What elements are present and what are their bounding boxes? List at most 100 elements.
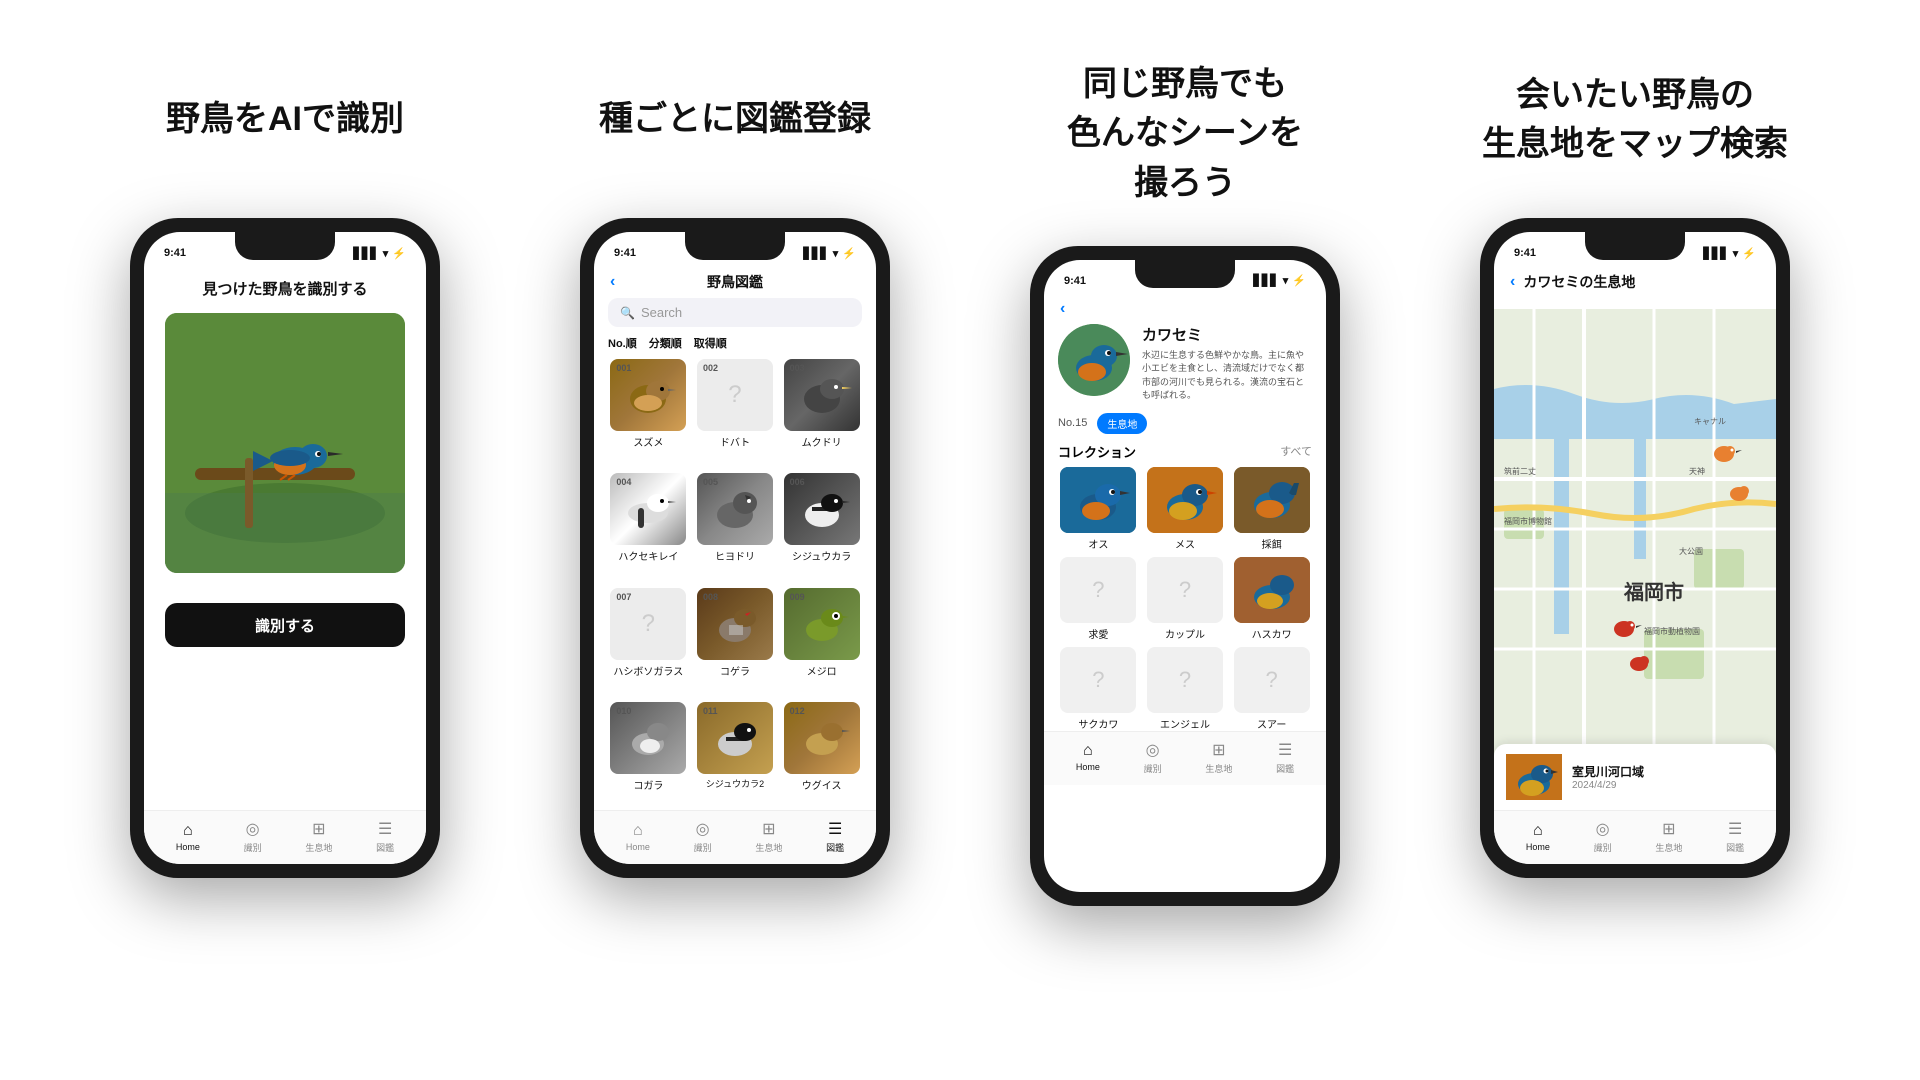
bird-number: 007 bbox=[616, 592, 631, 602]
nav-field-guide-4[interactable]: ☰ 図鑑 bbox=[1726, 819, 1744, 854]
collection-thumb-suah[interactable]: ? bbox=[1234, 647, 1310, 713]
map-container[interactable]: 福岡市 筑前二丈 キャナル 天神 福岡市博物館 大公園 福岡市動植物園 bbox=[1494, 298, 1776, 810]
collection-thumb-couple[interactable]: ? bbox=[1147, 557, 1223, 623]
habitat-icon-3: ⊞ bbox=[1212, 740, 1225, 760]
nav-field-guide-3[interactable]: ☰ 図鑑 bbox=[1276, 740, 1294, 775]
identify-icon-4: ◎ bbox=[1596, 819, 1610, 839]
bird-thumb-sparrow2: 012 bbox=[784, 702, 860, 774]
collection-label-hasukawa: ハスカワ bbox=[1252, 626, 1292, 641]
phone-4-notch bbox=[1585, 232, 1685, 260]
nav-home-4[interactable]: ⌂ Home bbox=[1526, 822, 1550, 852]
nav-field-guide-label-2: 図鑑 bbox=[826, 841, 844, 854]
habitat-icon-4: ⊞ bbox=[1662, 819, 1675, 839]
nav-habitat-2[interactable]: ⊞ 生息地 bbox=[755, 819, 782, 854]
column-2: 種ごとに図鑑登録 9:41 ▋▋▋ ▾ ⚡ ‹ 野鳥図鑑 🔍 bbox=[525, 60, 945, 878]
collection-thumb-angel[interactable]: ? bbox=[1147, 647, 1223, 713]
nav-habitat-label-3: 生息地 bbox=[1205, 762, 1232, 775]
bird-description: 水辺に生息する色鮮やかな鳥。主に魚や小エビを主食とし、清流域だけでなく都市部の河… bbox=[1142, 349, 1312, 403]
bird-number: 006 bbox=[790, 477, 805, 487]
list-item: 003 ムクドリ bbox=[781, 359, 862, 467]
phone-2-time: 9:41 bbox=[614, 247, 636, 259]
collection-all[interactable]: すべて bbox=[1280, 443, 1312, 459]
nav-home-label: Home bbox=[176, 842, 200, 852]
bird-name-pigeon: ドバト bbox=[720, 434, 750, 449]
phone-4-status-icons: ▋▋▋ ▾ ⚡ bbox=[1703, 247, 1756, 260]
bird-name-tit2: コガラ bbox=[633, 777, 663, 792]
phone-2-header-title: 野鳥図鑑 bbox=[707, 272, 763, 292]
bird-avatar bbox=[1058, 324, 1130, 396]
back-button-2[interactable]: ‹ bbox=[610, 273, 615, 291]
collection-label-courtship: 求愛 bbox=[1088, 626, 1108, 641]
collection-thumb-female[interactable] bbox=[1147, 467, 1223, 533]
collection-thumb-male[interactable] bbox=[1060, 467, 1136, 533]
collection-thumb-sakukawa[interactable]: ? bbox=[1060, 647, 1136, 713]
nav-identify-label-2: 識別 bbox=[694, 841, 712, 854]
home-icon-4: ⌂ bbox=[1533, 822, 1543, 840]
nav-home-2[interactable]: ⌂ Home bbox=[626, 822, 650, 852]
nav-habitat-label-4: 生息地 bbox=[1655, 841, 1682, 854]
map-svg: 福岡市 筑前二丈 キャナル 天神 福岡市博物館 大公園 福岡市動植物園 bbox=[1494, 298, 1776, 810]
nav-identify-4[interactable]: ◎ 識別 bbox=[1594, 819, 1612, 854]
phone-1-inner: 9:41 ▋▋▋ ▾ ⚡ 見つけた野鳥を識別する bbox=[144, 232, 426, 864]
collection-thumb-courtship[interactable]: ? bbox=[1060, 557, 1136, 623]
nav-identify-3[interactable]: ◎ 識別 bbox=[1144, 740, 1162, 775]
back-button-4[interactable]: ‹ bbox=[1510, 273, 1515, 291]
nav-home-label-2: Home bbox=[626, 842, 650, 852]
list-item: メス bbox=[1145, 467, 1226, 551]
nav-field-guide-2[interactable]: ☰ 図鑑 bbox=[826, 819, 844, 854]
phone-3-bottom-nav: ⌂ Home ◎ 識別 ⊞ 生息地 ☰ 図鑑 bbox=[1044, 731, 1326, 785]
back-button-3[interactable]: ‹ bbox=[1060, 300, 1065, 318]
tab-number-order[interactable]: No.順 bbox=[608, 335, 637, 351]
search-bar[interactable]: 🔍 Search bbox=[608, 298, 862, 327]
phone-2-status-icons: ▋▋▋ ▾ ⚡ bbox=[803, 247, 856, 260]
collection-thumb-hasukawa[interactable] bbox=[1234, 557, 1310, 623]
bird-name-starling: ムクドリ bbox=[802, 434, 842, 449]
bird-thumb-unknown-1: 002 ? bbox=[697, 359, 773, 431]
collection-label-angel: エンジェル bbox=[1160, 716, 1210, 731]
bird-number: 010 bbox=[616, 706, 631, 716]
nav-home-label-4: Home bbox=[1526, 842, 1550, 852]
search-icon: 🔍 bbox=[620, 306, 635, 320]
collection-thumb-fishing[interactable] bbox=[1234, 467, 1310, 533]
tab-acquired-order[interactable]: 取得順 bbox=[694, 335, 727, 351]
list-item: 採餌 bbox=[1231, 467, 1312, 551]
column-4-title: 会いたい野鳥の 生息地をマップ検索 bbox=[1482, 60, 1788, 180]
nav-identify-1[interactable]: ◎ 識別 bbox=[244, 819, 262, 854]
map-info-card[interactable]: 室見川河口域 2024/4/29 bbox=[1494, 744, 1776, 810]
bird-name-bulbul: ヒヨドリ bbox=[715, 548, 755, 563]
identify-button[interactable]: 識別する bbox=[165, 603, 405, 647]
habitat-badge[interactable]: 生息地 bbox=[1097, 413, 1147, 434]
list-item: 009 メジロ bbox=[781, 588, 862, 696]
list-item: ハスカワ bbox=[1231, 557, 1312, 641]
nav-habitat-4[interactable]: ⊞ 生息地 bbox=[1655, 819, 1682, 854]
collection-label-suah: スアー bbox=[1257, 716, 1286, 731]
list-item: 007 ? ハシボソガラス bbox=[608, 588, 689, 696]
bird-number: 012 bbox=[790, 706, 805, 716]
collection-label-couple: カップル bbox=[1165, 626, 1205, 641]
list-item: 004 ハクセキレイ bbox=[608, 473, 689, 581]
list-item: ? カップル bbox=[1145, 557, 1226, 641]
nav-home-1[interactable]: ⌂ Home bbox=[176, 822, 200, 852]
bird-name-tit: シジュウカラ bbox=[792, 548, 851, 563]
bird-detail-meta: No.15 生息地 bbox=[1044, 413, 1326, 442]
phone-1-status-icons: ▋▋▋ ▾ ⚡ bbox=[353, 247, 406, 260]
svg-text:天神: 天神 bbox=[1689, 466, 1705, 476]
nav-field-guide-label: 図鑑 bbox=[376, 841, 394, 854]
tab-category-order[interactable]: 分類順 bbox=[649, 335, 682, 351]
phone-2-notch bbox=[685, 232, 785, 260]
phone-2-inner: 9:41 ▋▋▋ ▾ ⚡ ‹ 野鳥図鑑 🔍 Search No.順 bbox=[594, 232, 876, 864]
location-title: 室見川河口域 bbox=[1572, 763, 1644, 780]
list-item: 010 コガラ bbox=[608, 702, 689, 810]
phone-4-header: ‹ カワセミの生息地 bbox=[1494, 268, 1776, 298]
nav-identify-2[interactable]: ◎ 識別 bbox=[694, 819, 712, 854]
phone-4-time: 9:41 bbox=[1514, 247, 1536, 259]
list-item: 008 コゲラ bbox=[695, 588, 776, 696]
nav-home-3[interactable]: ⌂ Home bbox=[1076, 742, 1100, 772]
phone-2-tabs: No.順 分類順 取得順 bbox=[594, 335, 876, 359]
nav-field-guide-1[interactable]: ☰ 図鑑 bbox=[376, 819, 394, 854]
svg-text:大公園: 大公園 bbox=[1679, 546, 1703, 556]
phone-1-bottom-nav: ⌂ Home ◎ 識別 ⊞ 生息地 ☰ 図鑑 bbox=[144, 810, 426, 864]
svg-text:福岡市動植物園: 福岡市動植物園 bbox=[1644, 626, 1700, 636]
nav-habitat-3[interactable]: ⊞ 生息地 bbox=[1205, 740, 1232, 775]
nav-habitat-1[interactable]: ⊞ 生息地 bbox=[305, 819, 332, 854]
